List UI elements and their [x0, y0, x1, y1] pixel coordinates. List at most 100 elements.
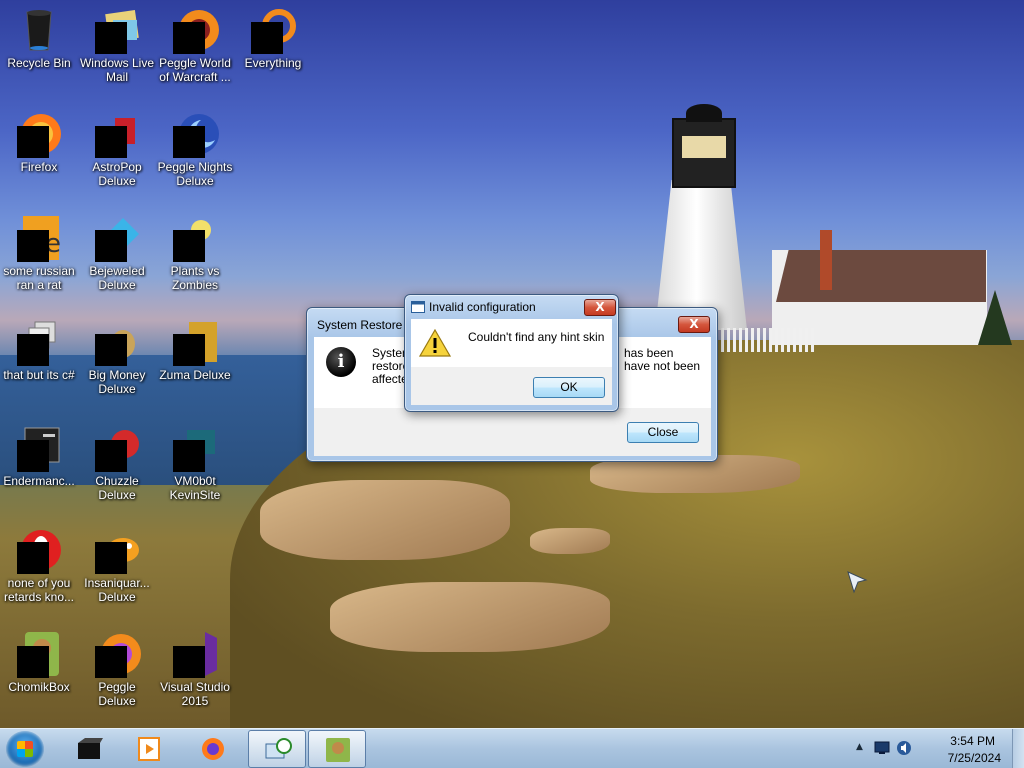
redacted-overlay [95, 440, 127, 472]
desktop-icon-label: ChomikBox [8, 680, 70, 694]
redacted-overlay [17, 542, 49, 574]
desktop-icon-peggle-world-of-warcraft[interactable]: Peggle World of Warcraft ... [156, 6, 234, 84]
system-restore-icon [265, 738, 292, 759]
desktop-icon-label: Insaniquar... Deluxe [84, 576, 150, 604]
message-line: has been [624, 346, 674, 360]
taskbar-item-system-restore[interactable] [248, 730, 306, 768]
redacted-overlay [17, 230, 49, 262]
close-icon: X [689, 317, 699, 331]
desktop-icon-label: Everything [244, 56, 302, 70]
dark-box-icon [78, 738, 103, 759]
taskbar: ▲ 3:54 PM 7/25/2024 [0, 728, 1024, 768]
message-line: affecte [372, 372, 408, 386]
dialog-close-button[interactable]: X [584, 299, 616, 316]
network-icon[interactable] [874, 741, 890, 755]
fish-icon [93, 526, 141, 574]
desktop-icon-label: AstroPop Deluxe [92, 160, 142, 188]
desktop-icon-some-russian[interactable]: e some russian ran a rat [0, 214, 78, 292]
desktop-icon-peggle-deluxe[interactable]: Peggle Deluxe [78, 630, 156, 708]
desktop-icon-peggle-nights-deluxe[interactable]: Peggle Nights Deluxe [156, 110, 234, 188]
redacted-overlay [17, 126, 49, 158]
warning-icon [419, 329, 451, 357]
wallpaper-lantern-cap [686, 104, 722, 122]
redacted-overlay [173, 22, 205, 54]
desktop-icon-insaniquarium-deluxe[interactable]: Insaniquar... Deluxe [78, 526, 156, 604]
wallpaper-roof [776, 250, 986, 302]
info-icon: i [326, 347, 356, 377]
desktop-icon-endermanc[interactable]: Endermanc... [0, 424, 78, 488]
desktop-icon-everything[interactable]: Everything [234, 6, 312, 70]
desktop-icon-none-of-you[interactable]: none of you retards kno... [0, 526, 78, 604]
desktop-icon-label: some russian ran a rat [3, 264, 75, 292]
terminal-icon [171, 424, 219, 472]
redacted-overlay [173, 334, 205, 366]
redacted-overlay [95, 646, 127, 678]
desktop-icon-big-money-deluxe[interactable]: Big Money Deluxe [78, 318, 156, 396]
firefox-icon [202, 738, 224, 760]
redacted-overlay [95, 22, 127, 54]
peggle-icon [93, 630, 141, 678]
clock-date[interactable]: 7/25/2024 [948, 751, 1001, 765]
invalid-configuration-dialog[interactable]: Invalid configuration X Couldn't find an… [404, 294, 619, 412]
desktop-icon-visual-studio-2015[interactable]: Visual Studio 2015 [156, 630, 234, 708]
desktop-icon-vm0b0t-kevinsite[interactable]: VM0b0t KevinSite [156, 424, 234, 502]
firefox-icon [15, 110, 63, 158]
desktop-icon-windows-live-mail[interactable]: Windows Live Mail [78, 6, 156, 84]
clock-time[interactable]: 3:54 PM [950, 734, 995, 748]
opera-icon [15, 526, 63, 574]
taskbar-item-chomikbox[interactable] [308, 730, 366, 768]
window-close-button[interactable]: X [678, 316, 710, 333]
show-desktop-button[interactable] [1012, 729, 1024, 768]
close-button[interactable]: Close [627, 422, 699, 443]
message-line: have not been [624, 359, 701, 373]
desktop-icon-label: Zuma Deluxe [159, 368, 231, 382]
desktop-icon-label: VM0b0t KevinSite [169, 474, 221, 502]
redacted-overlay [173, 230, 205, 262]
media-player-icon [138, 737, 160, 761]
dialog-title: Invalid configuration [429, 300, 536, 314]
desktop-icon-label: Chuzzle Deluxe [95, 474, 139, 502]
show-hidden-icons-arrow[interactable]: ▲ [856, 742, 863, 752]
desktop-icon-label: Windows Live Mail [79, 56, 155, 84]
stacked-windows-icon [15, 318, 63, 366]
desktop-icon-zuma-deluxe[interactable]: Zuma Deluxe [156, 318, 234, 382]
astropop-icon [93, 110, 141, 158]
zuma-icon [171, 318, 219, 366]
desktop-icon-label: Peggle World of Warcraft ... [159, 56, 231, 84]
taskbar-item-recycle-bin[interactable] [60, 730, 118, 768]
desktop-icon-recycle-bin[interactable]: Recycle Bin [0, 6, 78, 70]
desktop-icon-chomikbox[interactable]: ChomikBox [0, 630, 78, 694]
redacted-overlay [95, 126, 127, 158]
desktop-icon-chuzzle-deluxe[interactable]: Chuzzle Deluxe [78, 424, 156, 502]
redacted-overlay [95, 230, 127, 262]
dialog-message: Couldn't find any hint skin [468, 330, 605, 344]
ok-button[interactable]: OK [533, 377, 605, 398]
mouse-cursor-icon [847, 571, 868, 594]
peggle-wow-icon [171, 6, 219, 54]
desktop-icon-label: Big Money Deluxe [88, 368, 146, 396]
money-bag-icon [93, 318, 141, 366]
desktop-icon-astropop-deluxe[interactable]: AstroPop Deluxe [78, 110, 156, 188]
desktop-icon-label: Endermanc... [3, 474, 75, 488]
redacted-overlay [95, 334, 127, 366]
desktop-icon-label: Plants vs Zombies [170, 264, 220, 292]
desktop-icon-plants-vs-zombies[interactable]: Plants vs Zombies [156, 214, 234, 292]
taskbar-item-media-player[interactable] [120, 730, 178, 768]
taskbar-item-firefox[interactable] [184, 730, 242, 768]
desktop-icon-that-but-its-csharp[interactable]: that but its c# [0, 318, 78, 382]
message-text-right: has been have not been [624, 347, 700, 373]
bejeweled-icon [93, 214, 141, 262]
wallpaper-fence [715, 328, 815, 352]
system-tray: ▲ 3:54 PM 7/25/2024 [854, 729, 1024, 768]
dialog-message-area: Couldn't find any hint skin [411, 319, 612, 367]
desktop: Recycle Bin Firefox e some russian ran a… [0, 0, 1024, 728]
volume-icon[interactable] [896, 740, 912, 756]
desktop-icon-label: Visual Studio 2015 [160, 680, 230, 708]
redacted-overlay [95, 542, 127, 574]
start-button[interactable] [6, 731, 44, 767]
desktop-icon-bejeweled-deluxe[interactable]: Bejeweled Deluxe [78, 214, 156, 292]
desktop-icon-firefox[interactable]: Firefox [0, 110, 78, 174]
desktop-icon-label: Recycle Bin [7, 56, 71, 70]
wallpaper-chimney [820, 230, 832, 290]
redacted-overlay [173, 440, 205, 472]
